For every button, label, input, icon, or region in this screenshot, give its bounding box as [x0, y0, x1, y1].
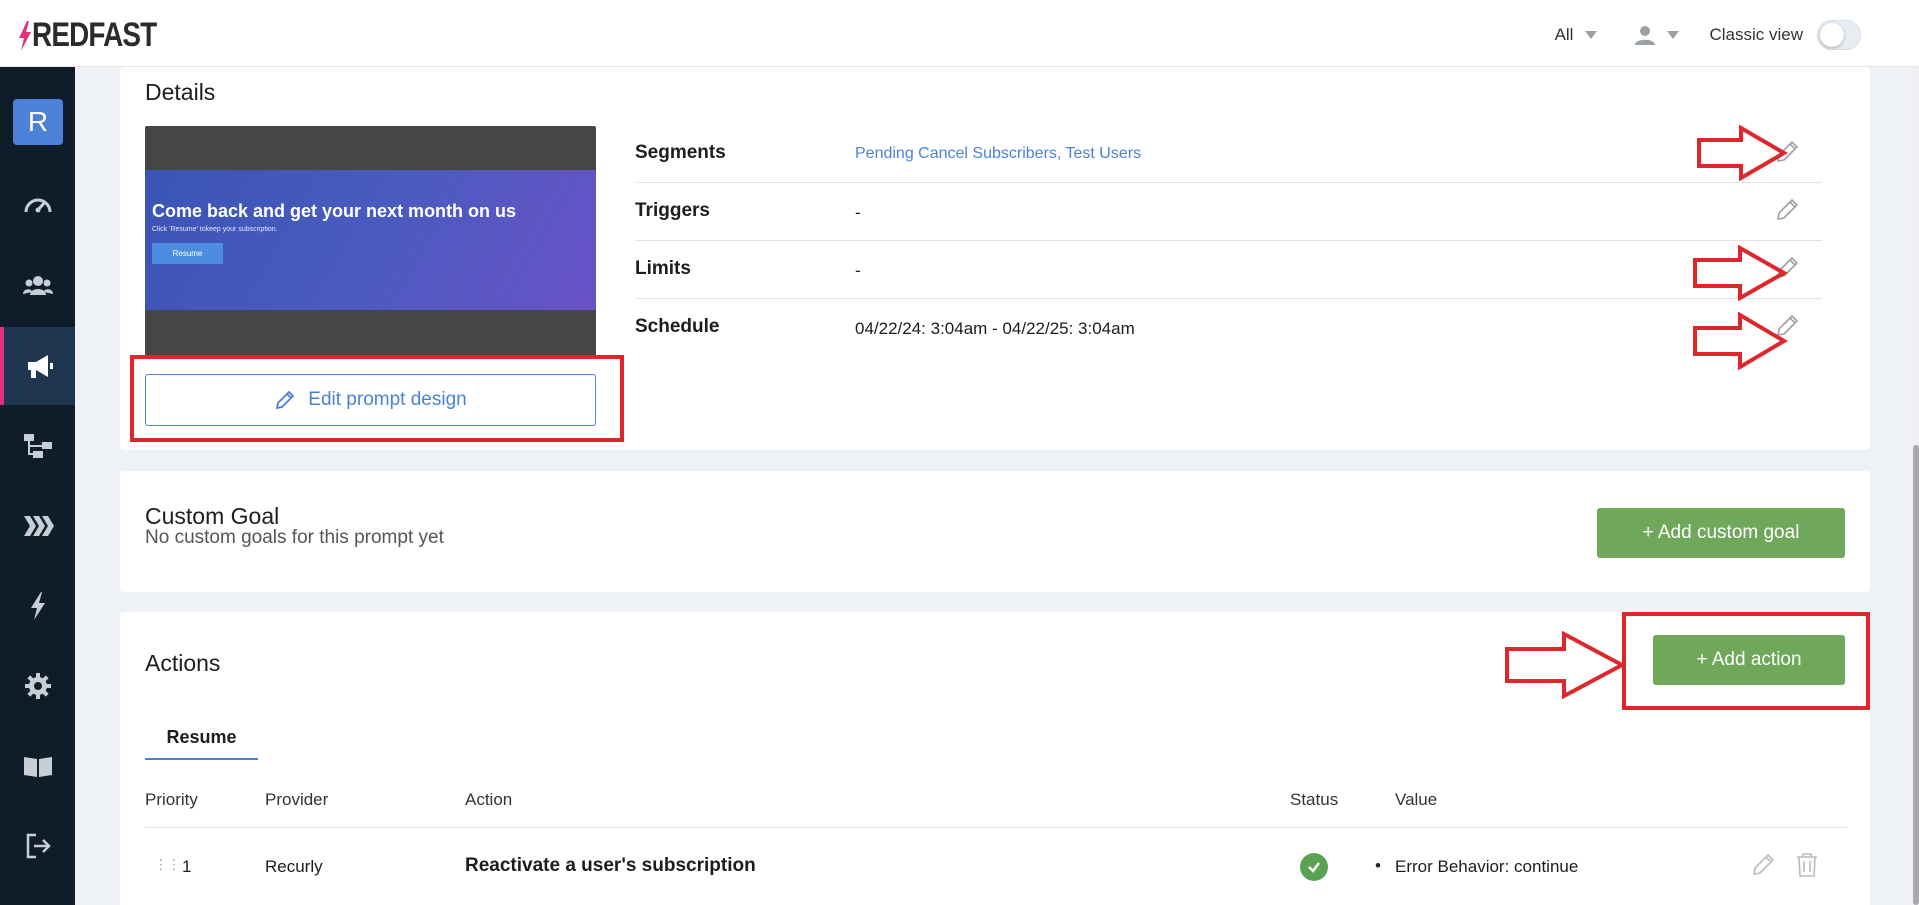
tab-resume[interactable]: Resume	[145, 716, 258, 760]
annotation-arrow-icon	[1505, 631, 1626, 699]
nav-prompts[interactable]	[0, 327, 75, 405]
detail-value: -	[855, 203, 861, 222]
column-header-status: Status	[1290, 790, 1339, 809]
segments-link[interactable]: Pending Cancel Subscribers, Test Users	[855, 145, 1141, 163]
nav-actions[interactable]	[0, 567, 75, 645]
annotation-box-edit-design	[130, 355, 624, 442]
custom-goal-title: Custom Goal	[145, 503, 280, 529]
nav-integrations[interactable]	[0, 487, 75, 565]
column-header-provider: Provider	[265, 790, 329, 809]
chevrons-icon	[23, 516, 54, 536]
bullet-icon: •	[1375, 856, 1381, 875]
detail-value: -	[855, 261, 861, 280]
book-icon	[23, 757, 52, 777]
preview-headline: Come back and get your next month on us	[152, 201, 517, 221]
pencil-icon[interactable]	[1750, 852, 1776, 878]
column-header-priority: Priority	[145, 790, 198, 809]
logo-text: REDFAST	[32, 16, 157, 54]
nav-dashboard[interactable]	[0, 167, 75, 245]
detail-value: 04/22/24: 3:04am - 04/22/25: 3:04am	[855, 319, 1135, 338]
chevron-down-icon	[1667, 31, 1680, 39]
sidebar: R	[0, 67, 75, 905]
prompt-preview: Come back and get your next month on us …	[145, 126, 596, 356]
filter-label: All	[1554, 25, 1574, 44]
user-icon	[1635, 26, 1656, 45]
avatar[interactable]: R	[13, 99, 63, 145]
preview-banner: Come back and get your next month on us …	[145, 170, 596, 310]
scrollbar[interactable]	[1913, 67, 1919, 905]
chevron-down-icon	[1585, 31, 1598, 39]
user-menu[interactable]	[1635, 25, 1680, 45]
pencil-icon[interactable]	[1774, 197, 1800, 223]
annotation-arrow-icon	[1693, 245, 1788, 301]
lightning-icon	[30, 592, 45, 620]
preview-resume-button: Resume	[152, 243, 223, 264]
dashboard-icon	[24, 198, 51, 213]
table-divider	[145, 827, 1847, 828]
classic-view-label: Classic view	[1709, 25, 1803, 44]
nav-flows[interactable]	[0, 407, 75, 485]
annotation-arrow-icon	[1697, 125, 1788, 181]
lightning-logo-icon	[19, 20, 31, 51]
detail-label: Triggers	[635, 200, 710, 221]
detail-row-schedule: Schedule 04/22/24: 3:04am - 04/22/25: 3:…	[635, 299, 1822, 357]
detail-label: Limits	[635, 258, 691, 279]
logout-icon	[26, 833, 51, 859]
row-provider: Recurly	[265, 857, 323, 876]
detail-label: Schedule	[635, 316, 720, 337]
detail-row-limits: Limits -	[635, 241, 1822, 299]
column-header-value: Value	[1395, 790, 1438, 809]
add-custom-goal-button[interactable]: + Add custom goal	[1597, 508, 1845, 558]
drag-handle-icon[interactable]: ⋮⋮	[154, 856, 181, 873]
top-bar: REDFAST All Classic view	[0, 0, 1919, 67]
classic-view-toggle[interactable]	[1817, 20, 1861, 50]
details-title: Details	[145, 79, 216, 105]
custom-goal-card: Custom Goal No custom goals for this pro…	[120, 471, 1870, 592]
gear-icon	[24, 673, 51, 699]
filter-dropdown[interactable]: All	[1555, 25, 1598, 45]
nav-docs[interactable]	[0, 727, 75, 805]
trash-icon[interactable]	[1795, 852, 1819, 878]
detail-label: Segments	[635, 142, 726, 163]
flow-icon	[23, 434, 52, 458]
main-content: Details Come back and get your next mont…	[75, 67, 1919, 905]
nav-logout[interactable]	[0, 807, 75, 885]
users-icon	[22, 276, 53, 295]
detail-row-triggers: Triggers -	[635, 183, 1822, 241]
nav-users[interactable]	[0, 247, 75, 325]
annotation-box-add-action	[1622, 612, 1870, 710]
status-success-icon	[1300, 853, 1328, 881]
nav-settings[interactable]	[0, 647, 75, 725]
row-priority: 1	[182, 857, 192, 876]
annotation-arrow-icon	[1693, 312, 1788, 370]
custom-goal-empty-text: No custom goals for this prompt yet	[145, 527, 444, 548]
row-value: Error Behavior: continue	[1395, 857, 1579, 876]
preview-subtext: Click 'Resume' tokeep your subscription.	[152, 226, 278, 233]
column-header-action: Action	[465, 790, 513, 809]
detail-row-segments: Segments Pending Cancel Subscribers, Tes…	[635, 125, 1822, 183]
scroll-thumb[interactable]	[1913, 445, 1919, 905]
megaphone-icon	[27, 355, 53, 378]
actions-title: Actions	[145, 650, 221, 676]
row-action: Reactivate a user's subscription	[465, 855, 756, 876]
toggle-knob	[1820, 23, 1844, 47]
redfast-logo[interactable]: REDFAST	[18, 16, 184, 55]
